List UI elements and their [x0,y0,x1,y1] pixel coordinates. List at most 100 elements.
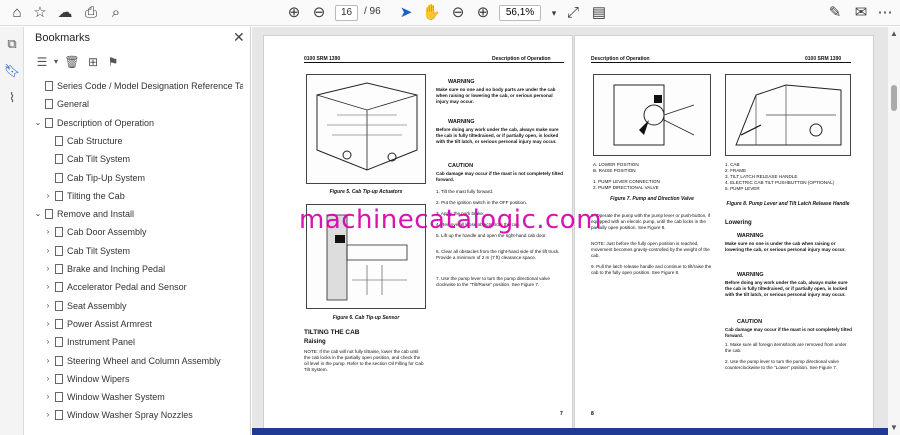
bookmark-item[interactable]: › Power Assist Armrest [25,315,243,333]
new-bookmark-icon[interactable]: ⊞ [84,53,102,71]
bookmark-icon[interactable]: 🔖︎ [3,62,21,80]
note-text: NOTE: Just before the fully open positio… [591,241,710,258]
more-icon[interactable]: ⋯ [876,4,894,22]
bookmark-item[interactable]: › Window Wipers [25,370,243,388]
chevron-right-icon[interactable]: › [43,242,53,260]
chevron-right-icon[interactable]: › [43,278,53,296]
bookmark-label: Window Washer System [67,392,165,403]
pdf-page-right: Description of Operation 0100 SRM 1390 A… [574,35,874,435]
bookmark-label: Instrument Panel [67,337,136,348]
read-mode-icon[interactable]: ▤ [590,4,608,22]
chevron-right-icon[interactable]: › [43,260,53,278]
viewer-scrollbar[interactable]: ▲ ▼ [888,27,900,435]
bookmark-page-icon [45,99,53,110]
page-down-icon[interactable]: ⊖ [310,4,328,22]
bookmark-item[interactable]: › Cab Tilt System [25,242,243,260]
header-rule [304,62,564,63]
bookmark-page-icon [55,154,63,165]
bookmark-label: Cab Door Assembly [67,227,147,238]
bookmark-page-icon [55,337,63,348]
bookmark-page-icon [55,373,63,384]
figure8-legend: 1. CAB 2. FRAME 3. TILT LATCH RELEASE HAND… [725,162,851,192]
bookmark-item[interactable]: › Window Washer Spray Nozzles [25,406,243,424]
pump-diagram-image [613,84,695,146]
bookmark-item[interactable]: ⌄ Description of Operation [25,114,243,132]
zoom-search-icon[interactable]: ⌕ [107,4,125,22]
chevron-right-icon[interactable]: › [43,187,53,205]
legend-line: 2. PUMP DIRECTIONAL VALVE [593,185,659,190]
bookmark-item[interactable]: Series Code / Model Designation Referenc… [25,77,243,95]
chevron-right-icon[interactable]: › [43,333,53,351]
bookmark-page-icon [55,355,63,366]
bookmark-item[interactable]: › Cab Door Assembly [25,223,243,241]
bookmark-page-icon [55,172,63,183]
chevron-right-icon[interactable]: › [43,223,53,241]
bookmark-label: Description of Operation [57,117,155,128]
figure-pump-direction-valve [593,74,711,156]
close-icon[interactable]: ✕ [233,29,245,46]
bookmark-label: Cab Structure [67,135,123,146]
zoom-in-icon[interactable]: ⊕ [474,4,492,22]
scrollbar-thumb[interactable] [891,85,897,111]
bookmarks-panel: Bookmarks ✕ ☰ ▾ 🗑︎ ⊞ ⚑ Series Code / Mod… [25,27,275,435]
comment-icon[interactable]: ✉ [852,4,870,22]
chevron-down-icon[interactable]: ⌄ [33,205,43,223]
chevron-right-icon[interactable]: › [43,370,53,388]
step-item: 1. Tilt the mast fully forward. [436,189,494,194]
chevron-down-icon[interactable]: ▾ [545,4,563,22]
warning-title: WARNING [737,233,764,239]
home-icon[interactable]: ⌂ [8,4,26,22]
warning-title: WARNING [737,272,764,278]
attachment-icon[interactable]: ⌇ [3,89,21,107]
cursor-icon[interactable]: ➤ [397,4,415,22]
chevron-right-icon[interactable]: › [43,406,53,424]
bookmark-item[interactable]: › Tilting the Cab [25,187,243,205]
zoom-out-icon[interactable]: ⊖ [449,4,467,22]
chevron-down-icon[interactable]: ⌄ [33,114,43,132]
horizontal-scrollbar[interactable] [252,428,888,435]
chevron-right-icon[interactable]: › [43,297,53,315]
page-thumbnails-icon[interactable]: ⧉ [3,35,21,53]
chevron-right-icon[interactable]: › [43,352,53,370]
scroll-down-icon[interactable]: ▼ [890,423,898,432]
chevron-right-icon[interactable]: › [43,388,53,406]
bookmark-item[interactable]: › Seat Assembly [25,297,243,315]
upload-icon[interactable]: ☁ [56,4,74,22]
bookmark-item[interactable]: › Instrument Panel [25,333,243,351]
figure8-caption: Figure 8. Pump Lever and Tilt Latch Rele… [726,201,850,207]
hand-icon[interactable]: ✋ [422,4,441,22]
bookmark-item[interactable]: › Accelerator Pedal and Sensor [25,278,243,296]
delete-icon[interactable]: 🗑︎ [63,53,81,71]
page-number: 8 [591,411,594,417]
bookmark-label: Window Washer Spray Nozzles [67,410,193,421]
sign-icon[interactable]: ✎ [826,4,844,22]
page-number-input[interactable]: 16 [335,5,358,21]
bookmark-add-icon[interactable]: ⚑ [104,53,122,71]
page-up-icon[interactable]: ⊕ [285,4,303,22]
bookmark-item[interactable]: Cab Tip-Up System [25,169,243,187]
bookmark-item[interactable]: Cab Structure [25,132,243,150]
page-total: / 96 [364,6,381,17]
bookmark-page-icon [55,245,63,256]
zoom-level-select[interactable]: 56,1% [499,5,541,21]
bookmark-page-icon [55,392,63,403]
bookmark-item[interactable]: › Steering Wheel and Column Assembly [25,352,243,370]
bookmark-label: Cab Tilt System [67,245,131,256]
print-icon[interactable]: ⎙ [82,4,100,22]
bookmark-item[interactable]: Cab Tilt System [25,150,243,168]
pdf-page-left: 0100 SRM 1390 Description of Operation F… [263,35,573,435]
fit-page-icon[interactable]: ⤢ [564,4,582,22]
bookmark-item[interactable]: › Window Washer System [25,388,243,406]
chevron-right-icon[interactable]: › [43,315,53,333]
header-rule [591,62,851,63]
warning-title: WARNING [448,119,475,125]
bookmark-label: Cab Tip-Up System [67,172,146,183]
bookmark-page-icon [55,227,63,238]
scroll-up-icon[interactable]: ▲ [890,29,898,38]
bookmark-item[interactable]: › Brake and Inching Pedal [25,260,243,278]
bookmark-label: Power Assist Armrest [67,318,153,329]
star-icon[interactable]: ☆ [31,4,49,22]
bookmark-item[interactable]: General [25,95,243,113]
bookmark-item[interactable]: ⌄ Remove and Install [25,205,243,223]
bookmark-label: Seat Assembly [67,300,127,311]
